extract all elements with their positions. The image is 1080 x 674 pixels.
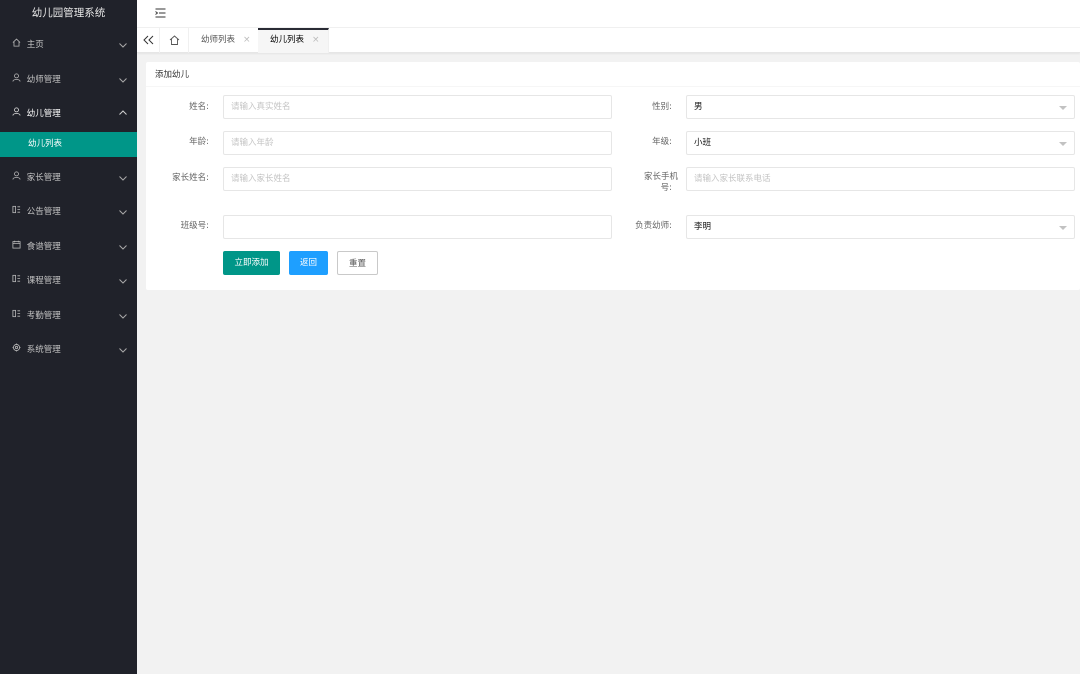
user-icon xyxy=(12,97,24,132)
sidebar-item-label: 系统管理 xyxy=(26,345,61,355)
sidebar-item-label: 家长管理 xyxy=(26,172,61,183)
sidebar-item-children[interactable]: 幼儿管理 xyxy=(0,97,137,132)
sidebar-item-label: 公告管理 xyxy=(26,207,61,217)
gear-icon xyxy=(12,333,24,368)
close-icon[interactable]: × xyxy=(243,28,251,53)
parent-phone-label-line1: 家长手机 xyxy=(643,172,678,182)
chevron-down-icon xyxy=(119,63,127,98)
caret-down-icon xyxy=(1059,226,1067,230)
user-icon xyxy=(12,63,24,98)
chevron-down-icon xyxy=(119,333,127,368)
chevron-up-icon xyxy=(119,97,127,132)
parent-name-input[interactable] xyxy=(224,168,611,190)
chevron-down-icon xyxy=(119,28,127,63)
top-header xyxy=(137,0,1080,28)
teacher-select[interactable]: 李明 xyxy=(686,215,1075,239)
chevron-down-icon xyxy=(119,230,127,265)
parent-name-field[interactable] xyxy=(223,167,612,191)
tab-children-list[interactable]: 幼儿列表 × xyxy=(258,28,329,53)
tab-bar: 幼师列表 × 幼儿列表 × xyxy=(137,28,1080,53)
parent-name-label: 家长姓名: xyxy=(172,173,209,183)
name-field[interactable] xyxy=(223,95,612,119)
sidebar-item-home[interactable]: 主页 xyxy=(0,28,137,63)
grade-select[interactable]: 小班 xyxy=(686,131,1075,155)
class-no-label: 班级号: xyxy=(180,221,209,231)
chevron-down-icon xyxy=(119,161,127,196)
chevron-down-icon xyxy=(119,195,127,230)
sidebar-item-label: 主页 xyxy=(26,40,44,50)
sidebar-item-notices[interactable]: 公告管理 xyxy=(0,195,137,230)
parent-phone-input[interactable] xyxy=(687,168,1074,190)
gender-value: 男 xyxy=(694,102,703,112)
age-input[interactable] xyxy=(224,132,611,154)
teacher-value: 李明 xyxy=(694,222,712,232)
sidebar-item-recipes[interactable]: 食谱管理 xyxy=(0,230,137,265)
tab-teacher-list[interactable]: 幼师列表 × xyxy=(189,28,260,53)
sidebar-item-label: 幼师管理 xyxy=(26,74,61,85)
list-icon xyxy=(12,299,24,334)
sidebar-item-label: 食谱管理 xyxy=(26,241,61,252)
tab-scroll-left-icon[interactable] xyxy=(137,28,160,53)
home-tab-icon[interactable] xyxy=(160,28,189,53)
grade-value: 小班 xyxy=(694,138,712,148)
class-no-input[interactable] xyxy=(224,216,611,238)
list-icon xyxy=(12,264,24,299)
chevron-down-icon xyxy=(119,264,127,299)
name-input[interactable] xyxy=(224,96,611,118)
parent-phone-field[interactable] xyxy=(686,167,1075,191)
back-button[interactable]: 返回 xyxy=(289,251,328,275)
sidebar: 幼儿园管理系统 主页 幼师管理 幼儿管理 幼儿列表 家长管理 公告管理 食谱管理… xyxy=(0,0,137,674)
sidebar-subitem-children-list[interactable]: 幼儿列表 xyxy=(0,131,137,157)
tab-label: 幼师列表 xyxy=(201,35,236,45)
sidebar-item-parents[interactable]: 家长管理 xyxy=(0,161,137,196)
home-icon xyxy=(12,28,24,63)
parent-phone-label-line2: 号: xyxy=(660,183,672,193)
age-label: 年龄: xyxy=(189,137,209,147)
sidebar-item-courses[interactable]: 课程管理 xyxy=(0,264,137,299)
app-title: 幼儿园管理系统 xyxy=(0,0,137,28)
caret-down-icon xyxy=(1059,106,1067,110)
sidebar-item-teachers[interactable]: 幼师管理 xyxy=(0,63,137,98)
name-label: 姓名: xyxy=(189,102,209,112)
close-icon[interactable]: × xyxy=(312,30,320,51)
sidebar-item-system[interactable]: 系统管理 xyxy=(0,333,137,368)
caret-down-icon xyxy=(1059,142,1067,146)
chevron-down-icon xyxy=(119,299,127,334)
list-icon xyxy=(12,195,24,230)
grade-label: 年级: xyxy=(652,137,672,147)
parent-phone-label: 家长手机 号: xyxy=(608,172,678,194)
user-icon xyxy=(12,161,24,196)
gender-select[interactable]: 男 xyxy=(686,95,1075,119)
tab-label: 幼儿列表 xyxy=(270,35,305,45)
add-child-card: 添加幼儿 姓名: 性别: 男 年龄: 年级: 小班 家长姓名: 家长手机 号: … xyxy=(146,62,1080,290)
reset-button[interactable]: 重置 xyxy=(337,251,378,275)
sidebar-item-label: 课程管理 xyxy=(26,276,61,286)
menu-toggle-icon[interactable] xyxy=(155,8,166,18)
gender-label: 性别: xyxy=(652,102,672,112)
class-no-field[interactable] xyxy=(223,215,612,239)
calendar-icon xyxy=(12,230,24,265)
age-field[interactable] xyxy=(223,131,612,155)
card-title: 添加幼儿 xyxy=(146,62,1080,87)
sidebar-item-label: 考勤管理 xyxy=(26,310,61,321)
sidebar-item-label: 幼儿管理 xyxy=(26,109,61,119)
sidebar-item-attendance[interactable]: 考勤管理 xyxy=(0,299,137,334)
teacher-label: 负责幼师: xyxy=(635,221,672,231)
submit-button[interactable]: 立即添加 xyxy=(223,251,280,275)
